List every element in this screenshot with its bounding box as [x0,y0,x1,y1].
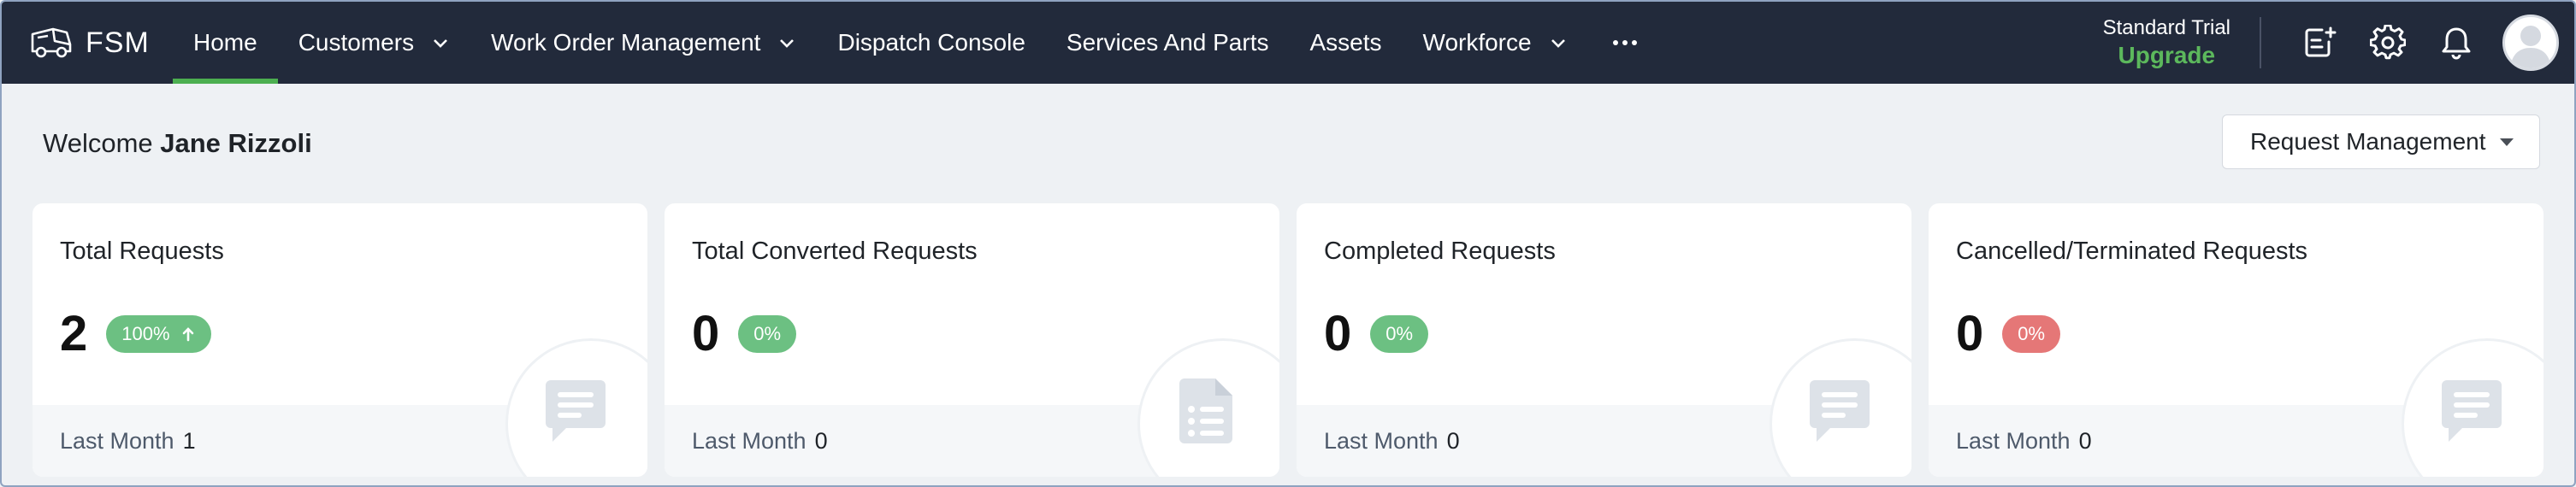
view-selector-dropdown[interactable]: Request Management [2222,114,2540,169]
card-title: Completed Requests [1324,238,1556,265]
stats-cards: Total Requests 2 100% Last Month 1 Total… [32,203,2544,477]
percent-badge-text: 100% [121,323,170,344]
percent-badge-text: 0% [2018,323,2046,344]
chat-icon [1810,380,1870,442]
percent-badge: 0% [738,315,797,353]
chevron-down-icon [1551,39,1565,48]
percent-badge: 0% [2002,315,2061,353]
footer-label: Last Month [1956,427,2071,454]
footer-label: Last Month [692,427,806,454]
user-avatar-icon [2510,26,2551,68]
card-total-converted-requests[interactable]: Total Converted Requests 0 0% Last Month… [665,203,1279,477]
view-selector-value: Request Management [2250,128,2486,155]
nav-assets-label: Assets [1309,29,1382,56]
card-total-requests[interactable]: Total Requests 2 100% Last Month 1 [32,203,647,477]
card-value-row: 0 0% [692,304,797,364]
nav-customers-label: Customers [298,29,415,56]
arrow-up-icon [182,327,193,342]
caret-down-icon [2500,138,2514,146]
settings-button[interactable] [2354,2,2422,84]
card-value-row: 2 100% [60,304,211,364]
footer-value: 0 [814,427,828,454]
nav-assets[interactable]: Assets [1289,2,1402,84]
percent-badge-text: 0% [753,323,782,344]
percent-badge: 100% [106,315,211,353]
nav-work-order-management-label: Work Order Management [491,29,761,56]
card-completed-requests[interactable]: Completed Requests 0 0% Last Month 0 [1297,203,1911,477]
chat-icon [546,380,606,442]
trial-status: Standard Trial Upgrade [2103,15,2230,70]
brand-name: FSM [86,26,150,59]
footer-value: 0 [1446,427,1460,454]
card-value: 0 [692,306,720,361]
notifications-button[interactable] [2422,2,2490,84]
card-title: Cancelled/Terminated Requests [1956,238,2308,265]
nav-dispatch-console[interactable]: Dispatch Console [817,2,1045,84]
brand-logo[interactable]: FSM [2,2,173,84]
document-list-icon [1179,378,1232,443]
app-window: FSM Home Customers Work Order Management… [0,0,2576,487]
nav-work-order-management[interactable]: Work Order Management [470,2,817,84]
nav-workforce-label: Workforce [1422,29,1532,56]
chevron-down-icon [780,39,795,48]
nav-home-label: Home [193,29,257,56]
card-value: 0 [1956,306,1984,361]
main-nav: Home Customers Work Order Management Dis… [173,2,1662,84]
nav-home[interactable]: Home [173,2,278,84]
card-decoration [2402,338,2544,477]
card-value: 0 [1324,306,1352,361]
card-title: Total Converted Requests [692,238,978,265]
new-note-button[interactable] [2285,2,2354,84]
card-decoration [1137,338,1279,477]
welcome-prefix: Welcome [43,128,153,158]
percent-badge: 0% [1370,315,1429,353]
card-value-row: 0 0% [1324,304,1429,364]
footer-label: Last Month [60,427,174,454]
header-tools: Standard Trial Upgrade [2103,2,2574,84]
card-decoration [1770,338,1911,477]
trial-label: Standard Trial [2102,16,2230,39]
bell-icon [2442,27,2471,60]
welcome-message: Welcome Jane Rizzoli [43,128,312,159]
new-note-icon [2305,26,2337,57]
chevron-down-icon [434,39,447,48]
card-value-row: 0 0% [1956,304,2061,364]
gear-icon [2370,25,2406,60]
footer-value: 1 [182,427,196,454]
nav-workforce[interactable]: Workforce [1403,2,1588,84]
card-value: 2 [60,306,88,361]
nav-more-button[interactable] [1588,2,1662,84]
card-decoration [505,338,647,477]
footer-value: 0 [2078,427,2092,454]
top-navigation-bar: FSM Home Customers Work Order Management… [2,2,2574,84]
chat-icon [2442,380,2502,442]
avatar[interactable] [2502,15,2559,71]
nav-dispatch-console-label: Dispatch Console [837,29,1025,56]
nav-services-and-parts-label: Services And Parts [1066,29,1269,56]
header-divider [2260,17,2261,68]
more-horizontal-icon [1612,40,1637,45]
card-title: Total Requests [60,238,224,265]
upgrade-link[interactable]: Upgrade [2118,41,2216,70]
welcome-user-name: Jane Rizzoli [160,128,312,158]
percent-badge-text: 0% [1385,323,1414,344]
card-cancelled-terminated-requests[interactable]: Cancelled/Terminated Requests 0 0% Last … [1929,203,2544,477]
footer-label: Last Month [1324,427,1439,454]
van-icon [31,27,72,58]
nav-services-and-parts[interactable]: Services And Parts [1046,2,1290,84]
nav-customers[interactable]: Customers [278,2,470,84]
